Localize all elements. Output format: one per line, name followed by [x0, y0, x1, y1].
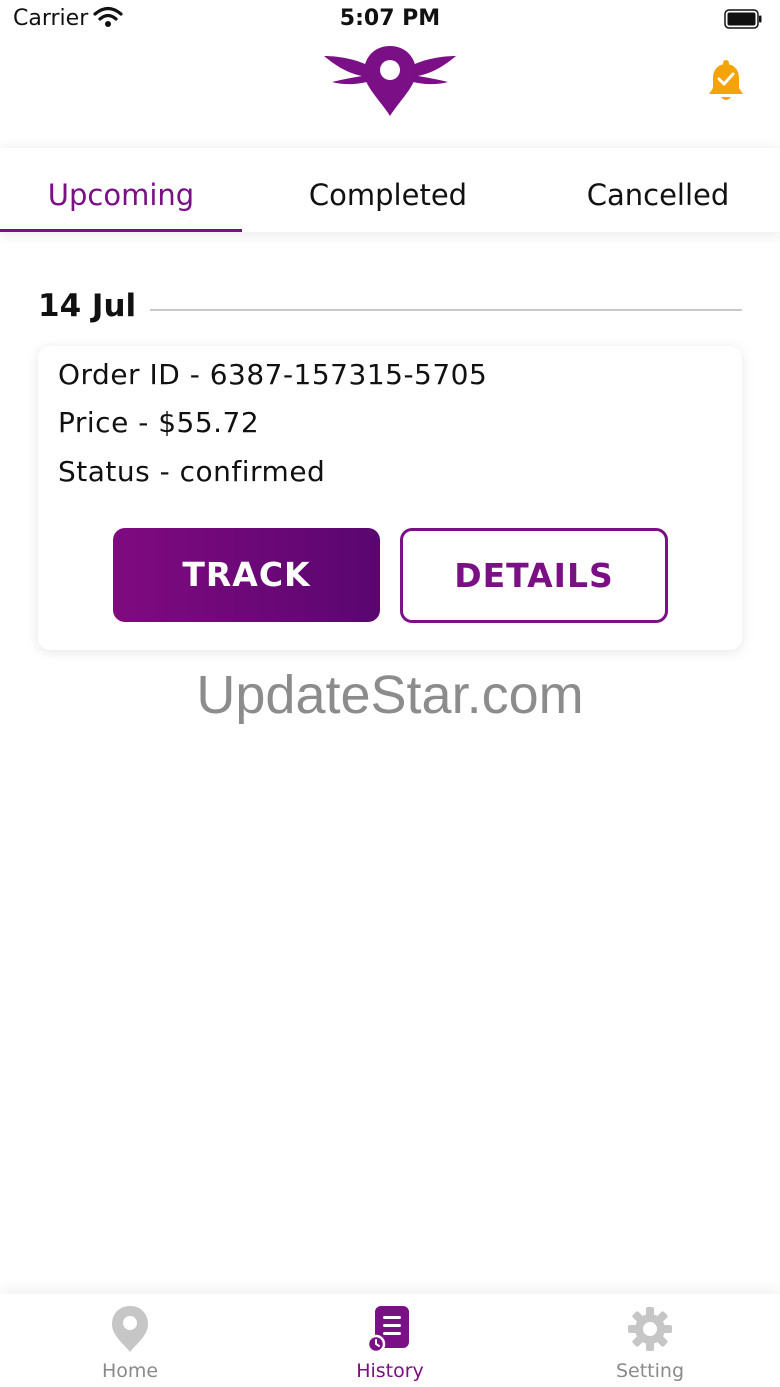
tab-completed[interactable]: Completed [268, 148, 508, 232]
order-status: Status - confirmed [58, 455, 326, 488]
track-button[interactable]: TRACK [113, 528, 380, 622]
bell-check-icon[interactable] [706, 58, 746, 104]
order-price: Price - $55.72 [58, 406, 260, 439]
details-button[interactable]: DETAILS [400, 528, 668, 623]
clock: 5:07 PM [339, 6, 441, 31]
winged-location-pin-icon [324, 46, 456, 116]
nav-history-label: History [356, 1360, 424, 1382]
status-bar: Carrier 5:07 PM [0, 0, 780, 40]
location-pin-icon [112, 1306, 148, 1352]
nav-home[interactable]: Home [60, 1294, 200, 1387]
gear-icon [628, 1307, 672, 1351]
nav-history[interactable]: History [320, 1294, 460, 1387]
nav-setting[interactable]: Setting [580, 1294, 720, 1387]
date-divider [150, 309, 742, 311]
history-list-icon [367, 1306, 409, 1354]
order-tabs: Upcoming Completed Cancelled [0, 148, 780, 232]
bottom-nav: Home History Setting [0, 1294, 780, 1387]
app-header [0, 40, 780, 144]
nav-setting-label: Setting [615, 1360, 685, 1382]
date-header: 14 Jul [38, 288, 137, 324]
battery-icon [724, 9, 762, 29]
order-card: Order ID - 6387-157315-5705 Price - $55.… [38, 346, 742, 650]
active-tab-indicator [0, 229, 242, 232]
tab-upcoming[interactable]: Upcoming [0, 148, 242, 232]
nav-home-label: Home [101, 1360, 159, 1382]
order-id: Order ID - 6387-157315-5705 [58, 358, 488, 391]
watermark: UpdateStar.com [196, 665, 584, 725]
tab-cancelled[interactable]: Cancelled [540, 148, 776, 232]
